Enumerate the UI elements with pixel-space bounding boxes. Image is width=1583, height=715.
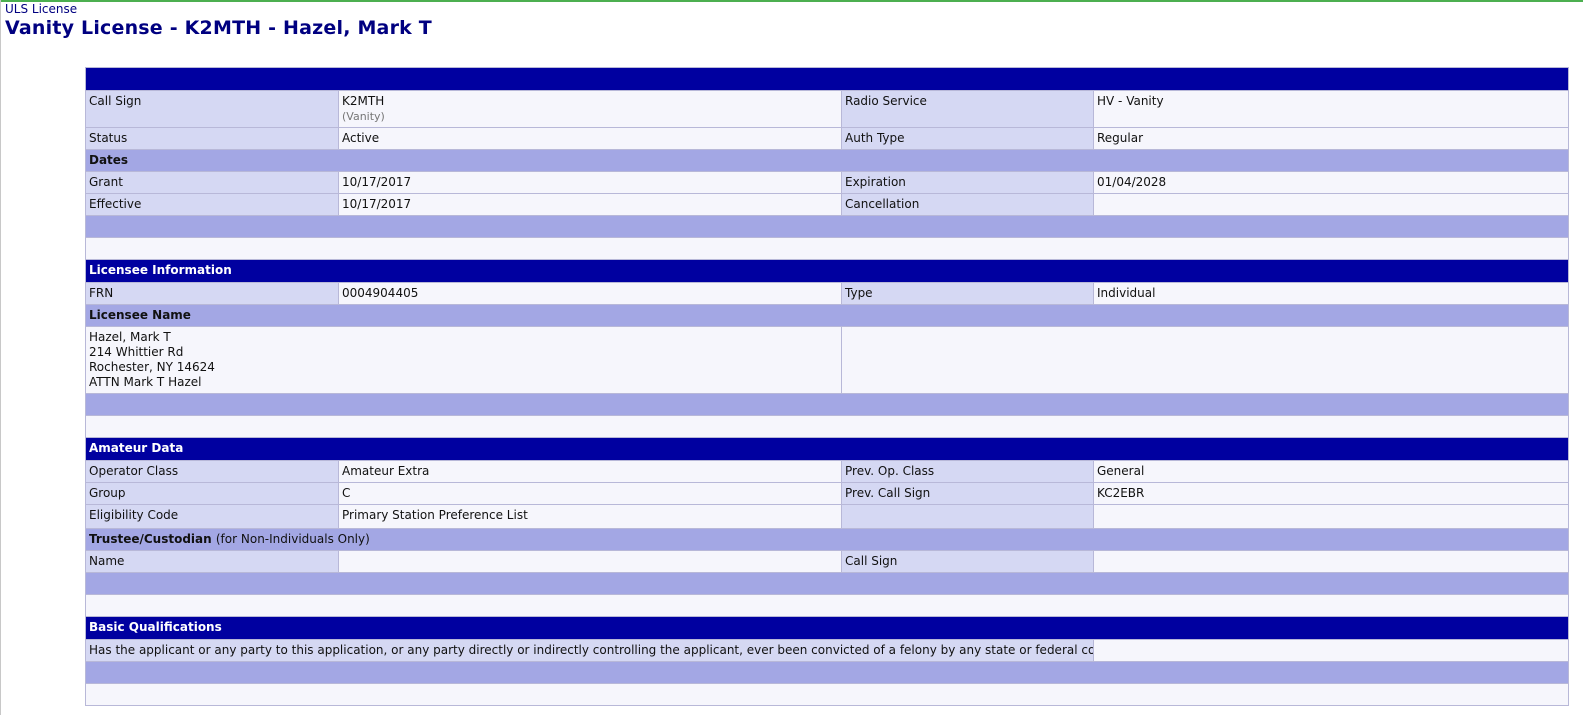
expiration-label: Expiration <box>841 171 1094 194</box>
effective-value: 10/17/2017 <box>338 193 842 216</box>
group-row: Group C Prev. Call Sign KC2EBR <box>85 482 1569 505</box>
grant-value: 10/17/2017 <box>338 171 842 194</box>
licensee-heading: Licensee Information <box>85 259 1569 283</box>
address-line: ATTN Mark T Hazel <box>89 375 202 389</box>
felony-answer <box>1093 639 1569 662</box>
breadcrumb[interactable]: ULS License <box>5 2 77 16</box>
trustee-heading-row: Trustee/Custodian (for Non-Individuals O… <box>85 528 1569 551</box>
section-gap <box>85 393 1569 416</box>
trustee-call-sign-label: Call Sign <box>841 550 1094 573</box>
address-line: Hazel, Mark T <box>89 330 171 344</box>
operator-class-value: Amateur Extra <box>338 460 842 483</box>
prev-call-sign-value: KC2EBR <box>1093 482 1569 505</box>
effective-label: Effective <box>85 193 339 216</box>
type-value: Individual <box>1093 282 1569 305</box>
effective-row: Effective 10/17/2017 Cancellation <box>85 193 1569 216</box>
type-label: Type <box>841 282 1094 305</box>
eligibility-empty-value <box>1093 504 1569 529</box>
address-line: 214 Whittier Rd <box>89 345 184 359</box>
cancellation-value <box>1093 193 1569 216</box>
prev-call-sign-label: Prev. Call Sign <box>841 482 1094 505</box>
felony-question-row: Has the applicant or any party to this a… <box>85 639 1569 662</box>
amateur-heading: Amateur Data <box>85 437 1569 461</box>
trustee-heading-cell: Trustee/Custodian (for Non-Individuals O… <box>85 528 1569 551</box>
left-border-line <box>0 0 1 715</box>
operator-class-row: Operator Class Amateur Extra Prev. Op. C… <box>85 460 1569 483</box>
grant-row: Grant 10/17/2017 Expiration 01/04/2028 <box>85 171 1569 194</box>
dates-heading-row: Dates <box>85 149 1569 172</box>
operator-class-label: Operator Class <box>85 460 339 483</box>
section-gap <box>85 661 1569 684</box>
expiration-value: 01/04/2028 <box>1093 171 1569 194</box>
trustee-heading: Trustee/Custodian <box>89 532 212 546</box>
frn-label: FRN <box>85 282 339 305</box>
felony-question: Has the applicant or any party to this a… <box>85 639 1094 662</box>
cancellation-label: Cancellation <box>841 193 1094 216</box>
status-row: Status Active Auth Type Regular <box>85 127 1569 150</box>
eligibility-label: Eligibility Code <box>85 504 339 529</box>
address-line: Rochester, NY 14624 <box>89 360 215 374</box>
section-gap <box>85 572 1569 595</box>
dates-heading: Dates <box>85 149 1569 172</box>
eligibility-row: Eligibility Code Primary Station Prefere… <box>85 504 1569 529</box>
eligibility-value: Primary Station Preference List <box>338 504 842 529</box>
trustee-name-label: Name <box>85 550 339 573</box>
auth-type-value: Regular <box>1093 127 1569 150</box>
call-sign-note: (Vanity) <box>342 110 385 123</box>
licensee-heading-row: Licensee Information <box>85 259 1569 283</box>
auth-type-label: Auth Type <box>841 127 1094 150</box>
qualifications-heading: Basic Qualifications <box>85 616 1569 640</box>
section-spacer <box>85 594 1569 617</box>
top-accent-line <box>0 0 1583 2</box>
status-label: Status <box>85 127 339 150</box>
group-value: C <box>338 482 842 505</box>
eligibility-empty-label <box>841 504 1094 529</box>
call-sign-row: Call Sign K2MTH (Vanity) Radio Service H… <box>85 90 1569 128</box>
grant-label: Grant <box>85 171 339 194</box>
licensee-address-row: Hazel, Mark T 214 Whittier Rd Rochester,… <box>85 326 1569 394</box>
top-header-bar <box>85 67 1569 91</box>
frn-row: FRN 0004904405 Type Individual <box>85 282 1569 305</box>
status-value: Active <box>338 127 842 150</box>
call-sign-value: K2MTH <box>342 94 385 108</box>
frn-value: 0004904405 <box>338 282 842 305</box>
section-spacer <box>85 415 1569 438</box>
trustee-name-value <box>338 550 842 573</box>
prev-op-class-value: General <box>1093 460 1569 483</box>
licensee-name-heading: Licensee Name <box>85 304 1569 327</box>
trustee-note: (for Non-Individuals Only) <box>215 532 370 546</box>
license-details-table: Call Sign K2MTH (Vanity) Radio Service H… <box>85 67 1569 706</box>
amateur-heading-row: Amateur Data <box>85 437 1569 461</box>
section-spacer <box>85 237 1569 260</box>
section-gap <box>85 215 1569 238</box>
licensee-name-heading-row: Licensee Name <box>85 304 1569 327</box>
prev-op-class-label: Prev. Op. Class <box>841 460 1094 483</box>
call-sign-cell: K2MTH (Vanity) <box>338 90 842 128</box>
call-sign-label: Call Sign <box>85 90 339 128</box>
licensee-address: Hazel, Mark T 214 Whittier Rd Rochester,… <box>85 326 842 394</box>
radio-service-label: Radio Service <box>841 90 1094 128</box>
qualifications-heading-row: Basic Qualifications <box>85 616 1569 640</box>
page-title: Vanity License - K2MTH - Hazel, Mark T <box>5 17 432 39</box>
trustee-row: Name Call Sign <box>85 550 1569 573</box>
address-empty-cell <box>841 326 1569 394</box>
radio-service-value: HV - Vanity <box>1093 90 1569 128</box>
section-spacer <box>85 683 1569 706</box>
trustee-call-sign-value <box>1093 550 1569 573</box>
group-label: Group <box>85 482 339 505</box>
